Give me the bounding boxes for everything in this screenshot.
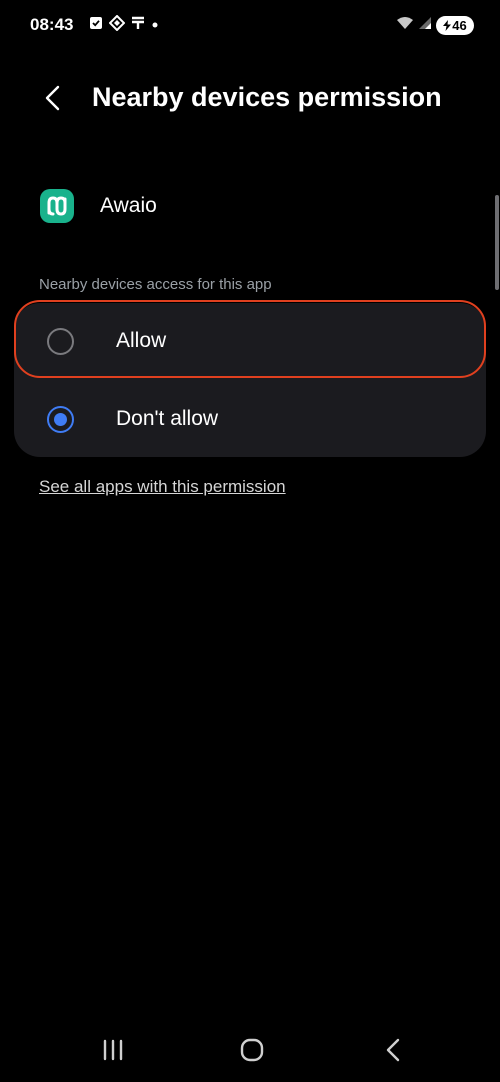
checkbox-notification-icon	[89, 16, 103, 35]
more-notifications-dot-icon	[151, 16, 159, 34]
diamond-notification-icon	[108, 14, 126, 36]
option-dont-allow[interactable]: Don't allow	[14, 381, 486, 457]
battery-level: 46	[452, 17, 467, 33]
app-name: Awaio	[100, 194, 157, 217]
wifi-icon	[396, 16, 414, 35]
back-chevron-icon	[386, 1038, 400, 1062]
system-status-icons: 46	[396, 14, 474, 36]
nav-back-button[interactable]	[373, 1034, 413, 1066]
awaio-app-icon	[40, 189, 74, 223]
page-title: Nearby devices permission	[92, 82, 442, 112]
back-button[interactable]	[34, 80, 70, 116]
app-bar: Nearby devices permission	[0, 70, 500, 128]
chevron-left-icon	[45, 85, 60, 111]
navigation-bar	[0, 1026, 500, 1074]
home-button[interactable]	[232, 1034, 272, 1066]
permission-options-card: Allow Don't allow	[14, 303, 486, 457]
app-info-row: Awaio	[40, 188, 157, 224]
notification-icons	[89, 14, 159, 36]
recents-button[interactable]	[93, 1034, 133, 1066]
option-allow[interactable]: Allow	[14, 303, 486, 379]
see-all-apps-link[interactable]: See all apps with this permission	[39, 477, 286, 497]
option-dont-allow-label: Don't allow	[116, 407, 219, 430]
recents-icon	[103, 1039, 123, 1061]
battery-indicator: 46	[436, 15, 474, 35]
signal-icon	[418, 16, 432, 35]
option-allow-label: Allow	[116, 329, 167, 352]
section-label: Nearby devices access for this app	[39, 276, 272, 293]
app-notification-icon	[131, 16, 145, 35]
allow-radio-button[interactable]	[47, 327, 74, 355]
dont-allow-radio-button[interactable]	[47, 405, 74, 433]
scrollbar[interactable]	[495, 195, 499, 290]
status-time: 08:43	[30, 15, 74, 34]
status-bar: 08:43 46	[0, 0, 500, 52]
home-icon	[240, 1038, 264, 1062]
charging-icon	[443, 19, 452, 31]
